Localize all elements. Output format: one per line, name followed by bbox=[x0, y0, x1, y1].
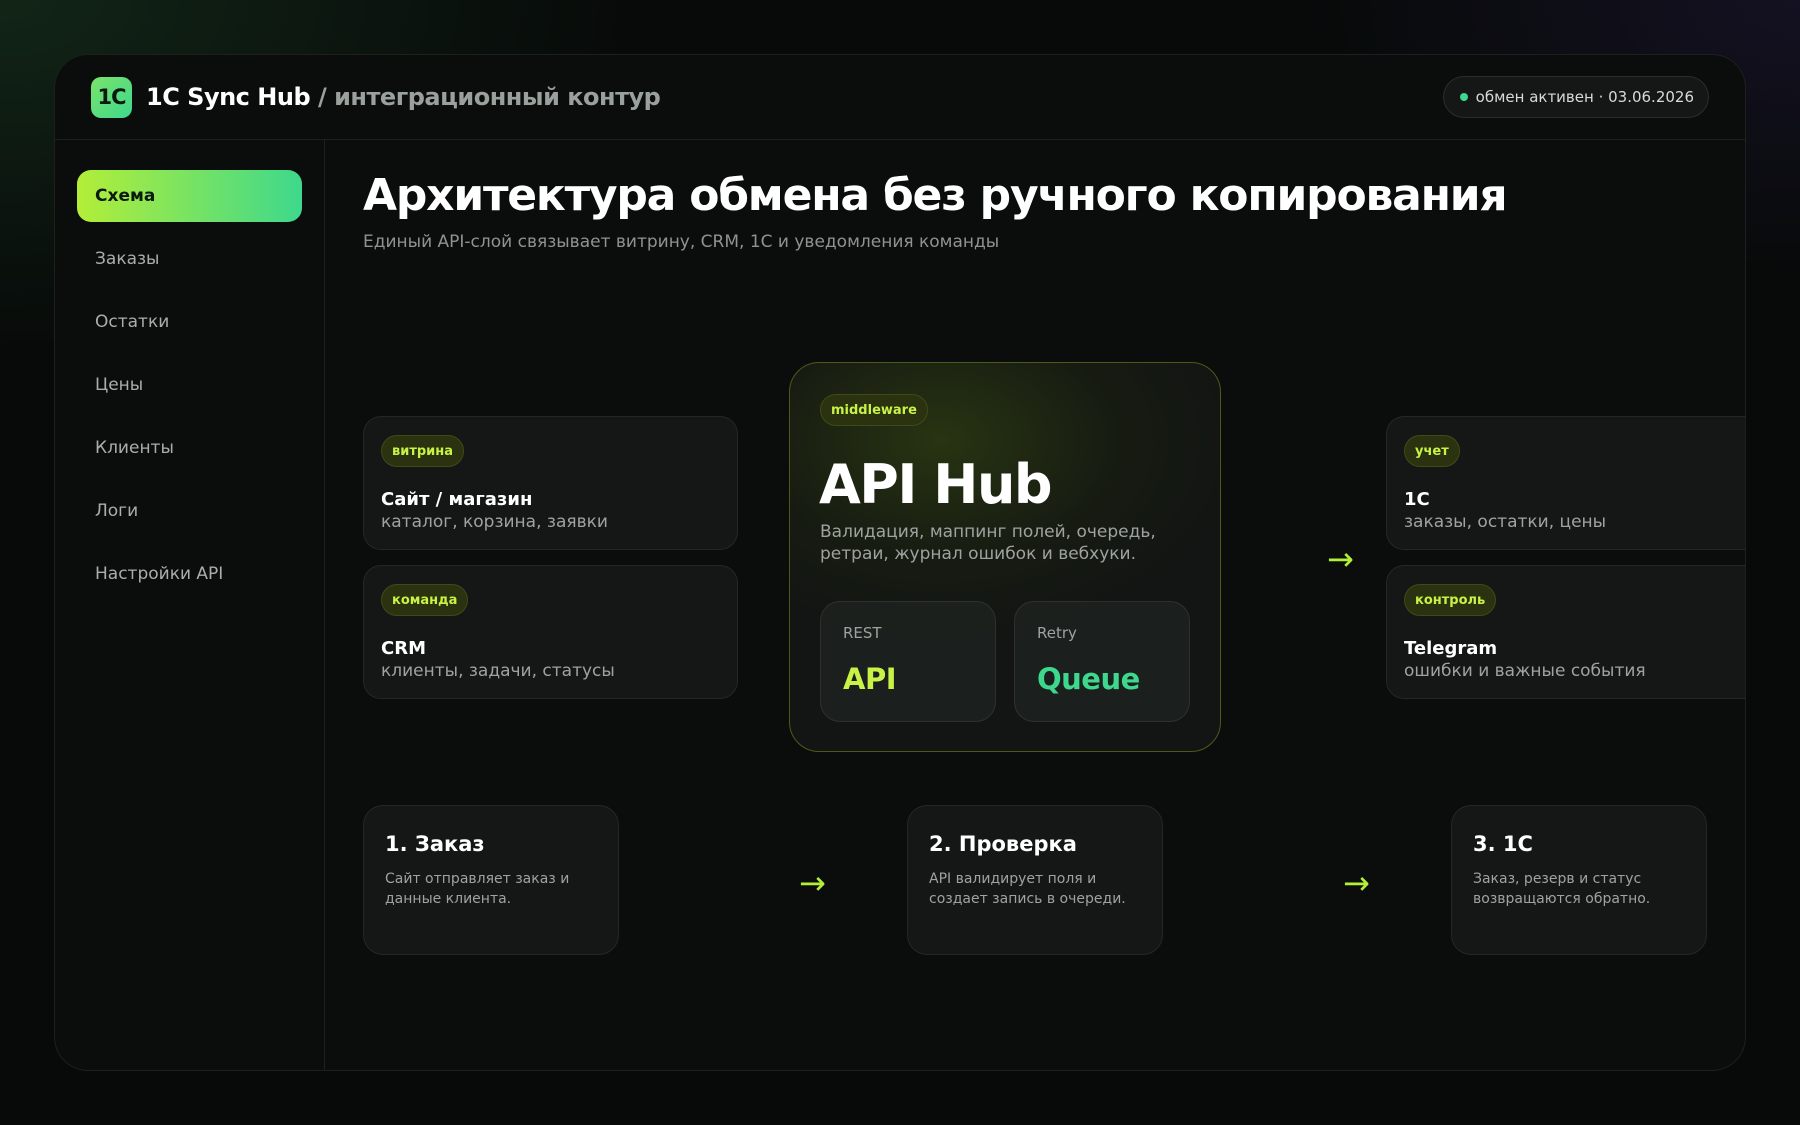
target-tag: контроль bbox=[1404, 584, 1497, 616]
arrow-right-icon: → bbox=[799, 864, 826, 902]
app-window: 1C 1C Sync Hub / интеграционный контур о… bbox=[54, 54, 1746, 1071]
source-tag: витрина bbox=[381, 435, 465, 467]
sidebar-item-api-settings[interactable]: Настройки API bbox=[77, 548, 302, 600]
source-tag: команда bbox=[381, 584, 469, 616]
step-card-1c[interactable]: 3. 1С Заказ, резерв и статус возвращаютс… bbox=[1451, 805, 1707, 955]
arrow-right-icon: → bbox=[1327, 540, 1354, 578]
sidebar-item-logs[interactable]: Логи bbox=[77, 485, 302, 537]
title-separator: / bbox=[317, 83, 327, 111]
app-logo: 1C bbox=[91, 76, 132, 118]
hub-desc: Валидация, маппинг полей, очередь, ретра… bbox=[820, 522, 1156, 564]
sidebar-item-stock[interactable]: Остатки bbox=[77, 296, 302, 348]
step-desc: API валидирует поля и создает запись в о… bbox=[929, 871, 1126, 907]
module-label: Retry bbox=[1037, 624, 1077, 642]
sidebar-item-scheme[interactable]: Схема bbox=[77, 170, 302, 222]
sidebar-item-orders[interactable]: Заказы bbox=[77, 233, 302, 285]
step-title: 2. Проверка bbox=[929, 832, 1077, 856]
step-card-order[interactable]: 1. Заказ Сайт отправляет заказ и данные … bbox=[363, 805, 619, 955]
sidebar: Схема Заказы Остатки Цены Клиенты Логи Н… bbox=[55, 140, 325, 1070]
hub-module-retry[interactable]: Retry Queue bbox=[1014, 601, 1190, 722]
step-title: 3. 1С bbox=[1473, 832, 1533, 856]
target-desc: заказы, остатки, цены bbox=[1404, 512, 1607, 532]
module-value: API bbox=[843, 662, 897, 696]
exchange-status-badge: обмен активен · 03.06.2026 bbox=[1442, 76, 1709, 118]
source-desc: клиенты, задачи, статусы bbox=[381, 661, 615, 681]
step-desc: Заказ, резерв и статус возвращаются обра… bbox=[1473, 871, 1651, 907]
status-dot-icon bbox=[1459, 93, 1468, 101]
sidebar-item-prices[interactable]: Цены bbox=[77, 359, 302, 411]
page-title: Архитектура обмена без ручного копирован… bbox=[363, 170, 1508, 221]
source-title: Сайт / магазин bbox=[381, 489, 533, 510]
page-subtitle: Единый API-слой связывает витрину, CRM, … bbox=[363, 232, 1000, 252]
module-value: Queue bbox=[1037, 662, 1140, 696]
app-subtitle: интеграционный контур bbox=[334, 83, 661, 111]
step-title: 1. Заказ bbox=[385, 832, 485, 856]
app-name: 1C Sync Hub bbox=[146, 83, 311, 111]
hub-tag: middleware bbox=[820, 394, 928, 426]
target-desc: ошибки и важные события bbox=[1404, 661, 1646, 681]
source-card-crm[interactable]: команда CRM клиенты, задачи, статусы bbox=[363, 565, 738, 699]
module-label: REST bbox=[843, 624, 882, 642]
hub-module-rest[interactable]: REST API bbox=[820, 601, 996, 722]
target-tag: учет bbox=[1404, 435, 1460, 467]
status-text: обмен активен · 03.06.2026 bbox=[1475, 88, 1694, 106]
target-card-1c[interactable]: учет 1С заказы, остатки, цены bbox=[1386, 416, 1745, 550]
main-content: Архитектура обмена без ручного копирован… bbox=[325, 140, 1745, 1070]
source-card-site[interactable]: витрина Сайт / магазин каталог, корзина,… bbox=[363, 416, 738, 550]
api-hub-card[interactable]: middleware API Hub Валидация, маппинг по… bbox=[789, 362, 1221, 752]
target-title: 1С bbox=[1404, 489, 1430, 510]
hub-title: API Hub bbox=[819, 453, 1053, 516]
step-card-validation[interactable]: 2. Проверка API валидирует поля и создае… bbox=[907, 805, 1163, 955]
arrow-right-icon: → bbox=[1343, 864, 1370, 902]
sidebar-item-clients[interactable]: Клиенты bbox=[77, 422, 302, 474]
step-desc: Сайт отправляет заказ и данные клиента. bbox=[385, 871, 570, 907]
app-title: 1C Sync Hub / интеграционный контур bbox=[146, 83, 661, 111]
target-title: Telegram bbox=[1404, 638, 1498, 659]
source-title: CRM bbox=[381, 638, 426, 659]
top-bar: 1C 1C Sync Hub / интеграционный контур о… bbox=[55, 55, 1745, 140]
target-card-telegram[interactable]: контроль Telegram ошибки и важные событи… bbox=[1386, 565, 1745, 699]
source-desc: каталог, корзина, заявки bbox=[381, 512, 608, 532]
